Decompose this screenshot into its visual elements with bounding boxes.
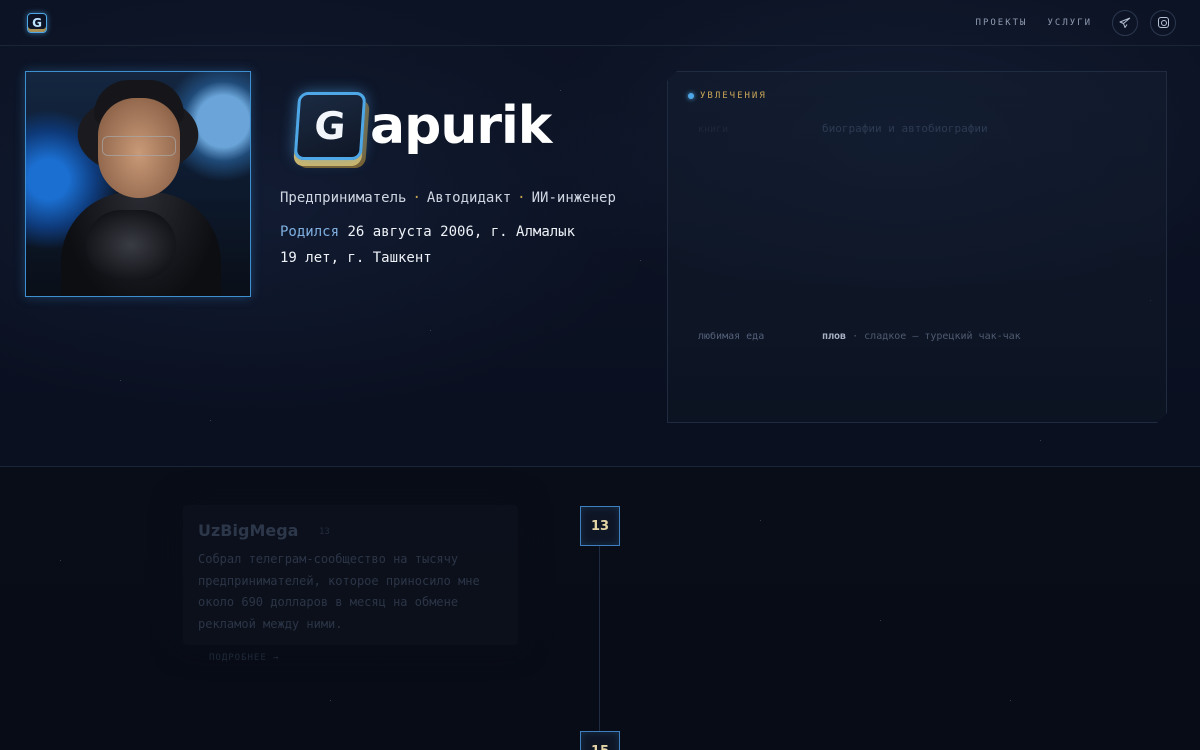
brand-mark-icon: G <box>293 92 367 160</box>
born-line: Родился 26 августа 2006, г. Алмалык <box>280 224 575 240</box>
avatar-glasses <box>102 136 176 156</box>
status-dot-icon <box>688 93 694 99</box>
instagram-icon <box>1157 17 1169 28</box>
timeline-line <box>599 546 600 736</box>
interests-panel: УВЛЕЧЕНИЯ книги биографии и автобиографии… <box>667 71 1167 423</box>
telegram-button[interactable] <box>1112 9 1138 36</box>
section-divider <box>0 466 1200 467</box>
timeline-card[interactable]: UzBigMega 13 Собрал телеграм-сообщество … <box>183 505 518 663</box>
card-title: UzBigMega <box>198 521 299 540</box>
timeline-node-15[interactable]: 15 <box>580 731 620 750</box>
top-nav: G ПРОЕКТЫ УСЛУГИ <box>0 0 1200 46</box>
interest-row-food: любимая еда плов · сладкое — турецкий чак… <box>698 331 1021 342</box>
interest-value-rest: · сладкое — турецкий чак-чак <box>852 331 1021 342</box>
interest-value: биографии и автобиографии <box>822 122 988 135</box>
age-line: 19 лет, г. Ташкент <box>280 250 432 266</box>
nav-right: ПРОЕКТЫ УСЛУГИ <box>976 9 1176 36</box>
avatar-hand <box>86 210 176 280</box>
born-label: Родился <box>280 224 340 240</box>
role-2: Автодидакт <box>426 190 512 206</box>
role-separator: · <box>412 190 421 206</box>
brand-logo: G apurik <box>293 92 552 160</box>
interests-heading-text: УВЛЕЧЕНИЯ <box>700 91 767 101</box>
nav-link-services[interactable]: УСЛУГИ <box>1047 18 1092 28</box>
interest-key: книги <box>698 124 729 135</box>
telegram-icon <box>1119 17 1131 28</box>
role-separator: · <box>517 190 526 206</box>
brand-text: apurik <box>370 96 552 156</box>
interest-row-books: книги биографии и автобиографии <box>698 122 988 135</box>
interest-key: любимая еда <box>698 331 765 342</box>
interest-value-bold: плов <box>822 331 847 342</box>
avatar <box>25 71 251 297</box>
nav-link-projects[interactable]: ПРОЕКТЫ <box>976 18 1028 28</box>
interests-heading: УВЛЕЧЕНИЯ <box>688 91 767 101</box>
interest-value: плов · сладкое — турецкий чак-чак <box>822 331 1021 342</box>
instagram-button[interactable] <box>1150 9 1176 36</box>
card-tag: 13 <box>319 527 330 537</box>
born-value: 26 августа 2006, г. Алмалык <box>347 224 576 240</box>
role-3: ИИ-инженер <box>531 190 616 206</box>
timeline-node-13[interactable]: 13 <box>580 506 620 546</box>
card-description: Собрал телеграм-сообщество на тысячу пре… <box>198 552 480 631</box>
card-more-link[interactable]: ПОДРОБНЕЕ → <box>209 653 280 663</box>
role-1: Предприниматель <box>280 190 407 206</box>
roles-line: Предприниматель · Автодидакт · ИИ-инженер <box>280 190 616 206</box>
logo-icon[interactable]: G <box>27 12 47 33</box>
